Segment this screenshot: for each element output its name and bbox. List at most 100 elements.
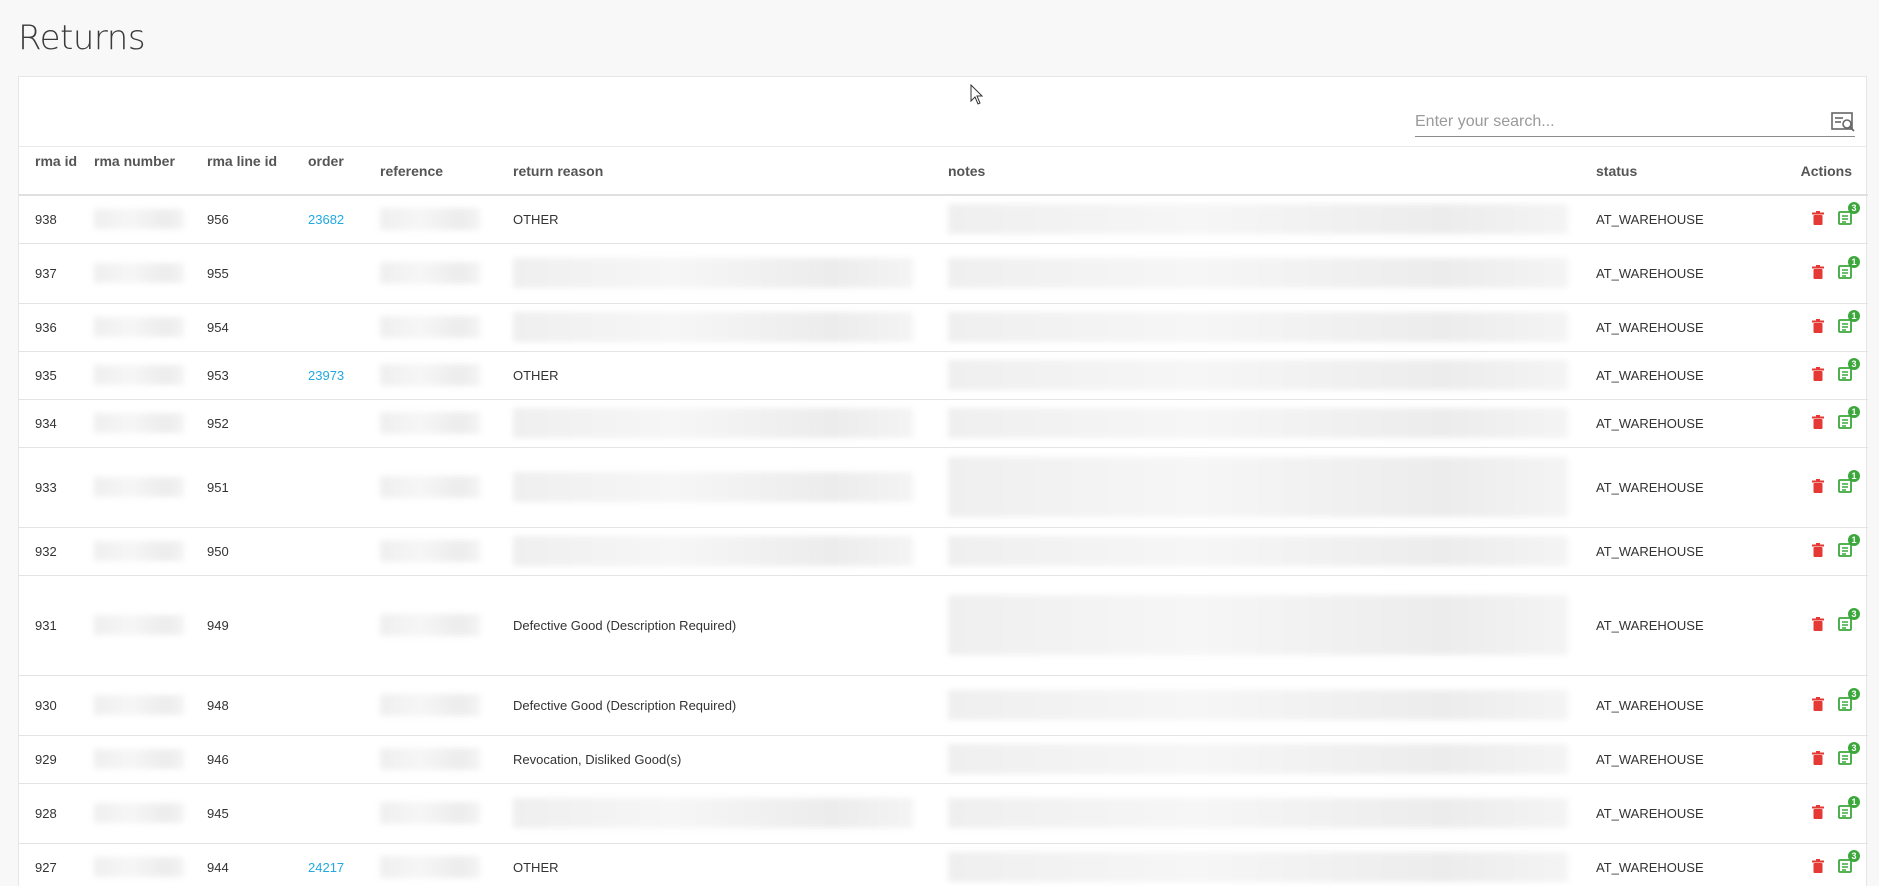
- table-row[interactable]: 929 946 Revocation, Disliked Good(s) AT_WAR…: [19, 735, 1868, 784]
- cell-return-reason: Defective Good (Description Required): [505, 575, 940, 676]
- document-list-icon[interactable]: 1: [1838, 309, 1860, 333]
- cell-order: 23682: [308, 195, 380, 244]
- table-row[interactable]: 936 954 AT_WAREHOUSE 1: [19, 303, 1868, 352]
- document-list-icon[interactable]: 1: [1838, 795, 1860, 819]
- trash-icon[interactable]: [1812, 264, 1824, 279]
- trash-icon[interactable]: [1812, 750, 1824, 765]
- redacted-value: [380, 316, 480, 338]
- cell-status: AT_WAREHOUSE: [1588, 399, 1768, 448]
- cell-rma-number: [94, 783, 207, 844]
- cell-notes: [940, 675, 1588, 736]
- table-row[interactable]: 931 949 Defective Good (Description Requir…: [19, 575, 1868, 676]
- col-notes[interactable]: notes: [940, 147, 1588, 196]
- trash-icon[interactable]: [1812, 804, 1824, 819]
- redacted-value: [513, 408, 913, 438]
- col-reference[interactable]: reference: [380, 147, 505, 196]
- trash-icon[interactable]: [1812, 210, 1824, 225]
- return-reason-text: OTHER: [513, 367, 559, 383]
- cell-actions: 3: [1768, 675, 1868, 736]
- cell-status: AT_WAREHOUSE: [1588, 527, 1768, 576]
- redacted-value: [94, 477, 184, 497]
- document-list-icon[interactable]: 3: [1838, 201, 1860, 225]
- page-title: Returns: [18, 18, 146, 58]
- trash-icon[interactable]: [1812, 858, 1824, 873]
- col-return-reason[interactable]: return reason: [505, 147, 940, 196]
- redacted-value: [380, 856, 480, 878]
- table-header-row: rma id rma number rma line id order refe…: [19, 147, 1868, 196]
- trash-icon[interactable]: [1812, 542, 1824, 557]
- document-list-icon[interactable]: 1: [1838, 533, 1860, 557]
- cell-return-reason: [505, 243, 940, 304]
- col-status[interactable]: status: [1588, 147, 1768, 196]
- col-rma-line-id[interactable]: rma line id: [207, 147, 308, 196]
- attachment-count-badge: 1: [1848, 405, 1860, 418]
- cell-order: 24217: [308, 843, 380, 886]
- cell-order: [308, 527, 380, 576]
- cell-notes: [940, 735, 1588, 784]
- col-order[interactable]: order: [308, 147, 380, 196]
- col-rma-number[interactable]: rma number: [94, 147, 207, 196]
- cell-rma-line-id: 944: [207, 843, 308, 886]
- cell-rma-number: [94, 575, 207, 676]
- cell-return-reason: [505, 527, 940, 576]
- document-list-icon[interactable]: 3: [1838, 357, 1860, 381]
- cell-actions: 3: [1768, 735, 1868, 784]
- cell-status: AT_WAREHOUSE: [1588, 243, 1768, 304]
- return-reason-text: OTHER: [513, 859, 559, 875]
- cell-rma-id: 928: [19, 783, 94, 844]
- trash-icon[interactable]: [1812, 478, 1824, 493]
- redacted-value: [513, 798, 913, 828]
- redacted-value: [948, 744, 1568, 774]
- cell-rma-id: 934: [19, 399, 94, 448]
- order-link[interactable]: 23973: [308, 368, 344, 383]
- table-row[interactable]: 938 956 23682 OTHER AT_WAREHOUSE 3: [19, 195, 1868, 244]
- cell-reference: [380, 351, 505, 400]
- col-rma-id[interactable]: rma id: [19, 147, 94, 196]
- document-list-icon[interactable]: 1: [1838, 469, 1860, 493]
- cell-rma-line-id: 949: [207, 575, 308, 676]
- table-row[interactable]: 933 951 AT_WAREHOUSE 1: [19, 447, 1868, 528]
- order-link[interactable]: 23682: [308, 212, 344, 227]
- redacted-value: [948, 312, 1568, 342]
- redacted-value: [380, 476, 480, 498]
- redacted-value: [513, 472, 913, 502]
- cell-rma-number: [94, 843, 207, 886]
- document-list-icon[interactable]: 1: [1838, 405, 1860, 429]
- cell-status: AT_WAREHOUSE: [1588, 843, 1768, 886]
- document-list-icon[interactable]: 3: [1838, 607, 1860, 631]
- table-row[interactable]: 932 950 AT_WAREHOUSE 1: [19, 527, 1868, 576]
- trash-icon[interactable]: [1812, 696, 1824, 711]
- document-list-icon[interactable]: 1: [1838, 255, 1860, 279]
- cell-rma-id: 930: [19, 675, 94, 736]
- cell-order: [308, 735, 380, 784]
- table-row[interactable]: 935 953 23973 OTHER AT_WAREHOUSE 3: [19, 351, 1868, 400]
- cell-rma-line-id: 946: [207, 735, 308, 784]
- table-row[interactable]: 927 944 24217 OTHER AT_WAREHOUSE 3: [19, 843, 1868, 886]
- cell-status: AT_WAREHOUSE: [1588, 575, 1768, 676]
- document-list-icon[interactable]: 3: [1838, 687, 1860, 711]
- trash-icon[interactable]: [1812, 616, 1824, 631]
- document-list-icon[interactable]: 3: [1838, 849, 1860, 873]
- return-reason-text: OTHER: [513, 211, 559, 227]
- trash-icon[interactable]: [1812, 318, 1824, 333]
- trash-icon[interactable]: [1812, 414, 1824, 429]
- order-link[interactable]: 24217: [308, 860, 344, 875]
- cell-reference: [380, 783, 505, 844]
- cell-notes: [940, 351, 1588, 400]
- cell-actions: 3: [1768, 843, 1868, 886]
- search-input[interactable]: [1415, 112, 1831, 131]
- table-row[interactable]: 934 952 AT_WAREHOUSE 1: [19, 399, 1868, 448]
- document-list-icon[interactable]: 3: [1838, 741, 1860, 765]
- search-list-icon[interactable]: [1831, 111, 1855, 133]
- cell-rma-id: 938: [19, 195, 94, 244]
- table-toolbar: [19, 77, 1866, 147]
- attachment-count-badge: 3: [1848, 357, 1860, 370]
- redacted-value: [94, 695, 184, 715]
- table-row[interactable]: 937 955 AT_WAREHOUSE 1: [19, 243, 1868, 304]
- trash-icon[interactable]: [1812, 366, 1824, 381]
- table-row[interactable]: 928 945 AT_WAREHOUSE 1: [19, 783, 1868, 844]
- cell-status: AT_WAREHOUSE: [1588, 783, 1768, 844]
- cell-order: [308, 447, 380, 528]
- table-row[interactable]: 930 948 Defective Good (Description Requir…: [19, 675, 1868, 736]
- redacted-value: [380, 208, 480, 231]
